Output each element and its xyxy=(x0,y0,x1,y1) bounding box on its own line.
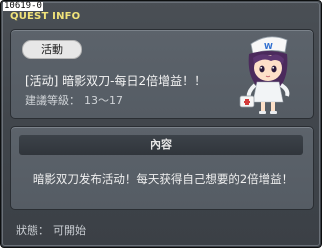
quest-summary-panel: 活動 [活动] 暗影双刀-每日2倍增益！！ 建議等級： 13～17 W xyxy=(10,29,314,119)
quest-category-badge: 活動 xyxy=(22,40,82,59)
npc-hat-letter: W xyxy=(264,42,273,51)
quest-content-panel: 內容 暗影双刀发布活动！每天获得自己想要的2倍增益！ xyxy=(10,126,314,210)
recommended-level-value: 13～17 xyxy=(84,94,123,107)
quest-info-window: 10619-0 QUEST INFO 活動 [活动] 暗影双刀-每日2倍增益！！… xyxy=(0,0,322,248)
status-value: 可開始 xyxy=(53,224,86,237)
quest-status: 狀態： 可開始 xyxy=(16,222,86,238)
nurse-npc-portrait-icon: W xyxy=(239,36,290,114)
recommended-level: 建議等級： 13～17 xyxy=(25,92,123,108)
window-title: QUEST INFO xyxy=(10,11,81,22)
recommended-level-label: 建議等級： xyxy=(25,94,80,107)
quest-description: 暗影双刀发布活动！每天获得自己想要的2倍增益！ xyxy=(32,172,294,186)
quest-name: [活动] 暗影双刀-每日2倍增益！！ xyxy=(25,74,207,88)
status-label: 狀態： xyxy=(16,224,49,237)
content-section-header: 內容 xyxy=(19,135,303,155)
quest-id-label: 10619-0 xyxy=(3,1,43,11)
